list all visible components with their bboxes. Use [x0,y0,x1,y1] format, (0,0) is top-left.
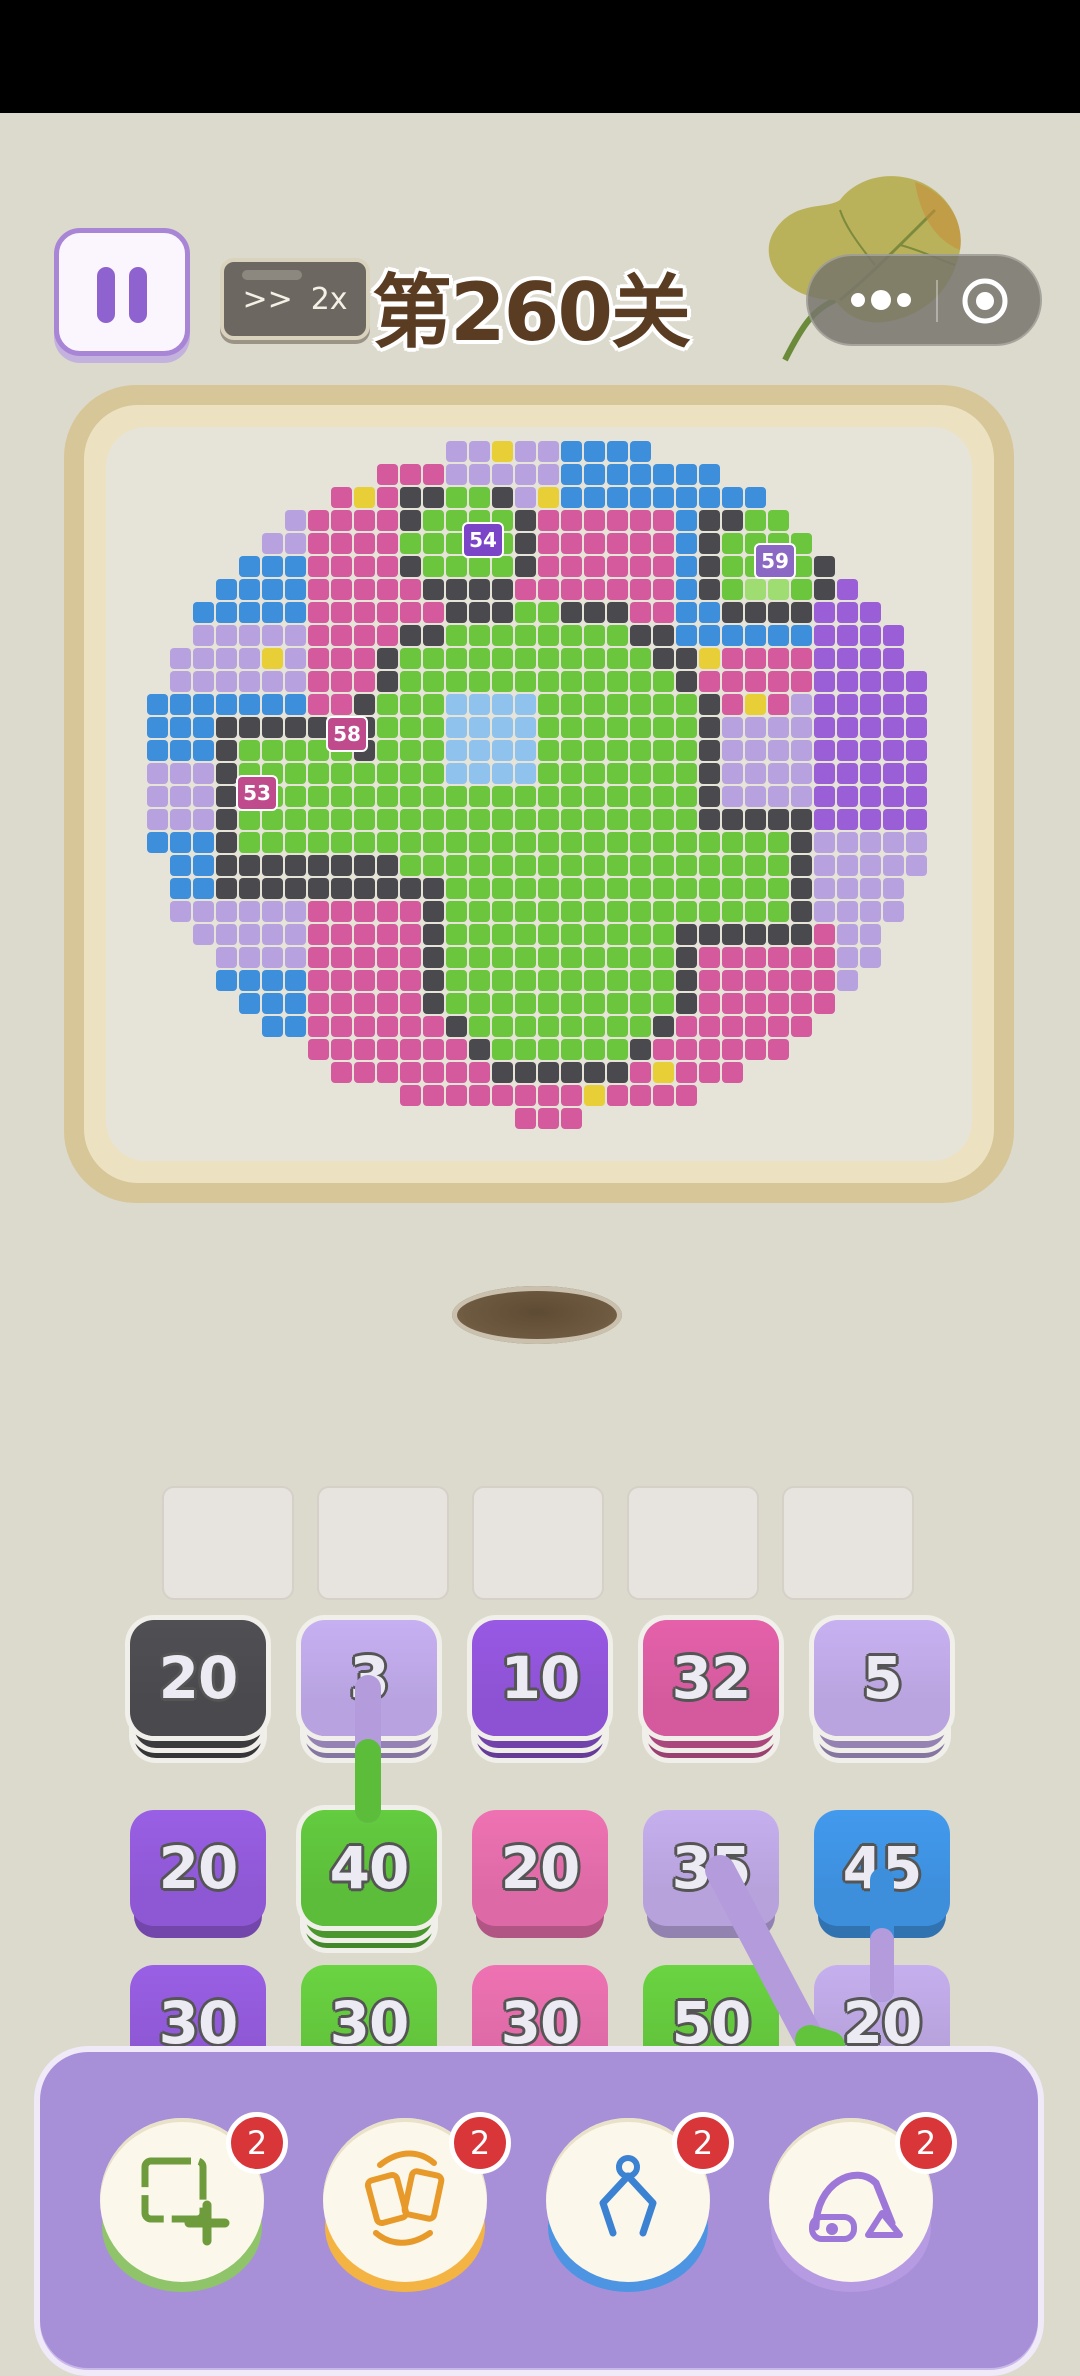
number-tile[interactable]: 10 [472,1620,608,1758]
slot [627,1486,759,1600]
speed-toggle-button[interactable]: >> 2x [220,258,370,340]
tile-value: 20 [500,1834,581,1902]
pause-icon [97,267,115,323]
mosaic-marker: 58 [326,716,368,752]
vacuum-icon [796,2143,906,2257]
slot [317,1486,449,1600]
mini-program-capsule [806,254,1042,346]
booster-count-badge: 2 [895,2112,957,2174]
number-tile[interactable]: 40 [301,1810,437,1948]
number-tile[interactable]: 20 [472,1810,608,1938]
tile-value: 5 [862,1644,902,1712]
number-tile[interactable]: 3 [301,1620,437,1758]
tile-value: 32 [671,1644,752,1712]
booster-count-badge: 2 [226,2112,288,2174]
tile-value: 45 [842,1834,923,1902]
more-options-icon[interactable] [836,278,926,322]
mosaic-marker: 59 [754,543,796,579]
booster-count-badge: 2 [672,2112,734,2174]
mosaic-marker: 54 [462,522,504,558]
tile-value: 3 [349,1644,389,1712]
booster-count-badge: 2 [449,2112,511,2174]
slot [162,1486,294,1600]
close-program-icon[interactable] [960,276,1010,326]
drop-hole [452,1286,622,1344]
tile-value: 10 [500,1644,581,1712]
add-slot-icon [127,2143,237,2257]
status-bar [0,0,1080,113]
picture-frame [64,385,1014,1203]
number-tile[interactable]: 5 [814,1620,950,1758]
speed-label: 2x [310,281,348,317]
tile-value: 20 [158,1834,239,1902]
number-tile[interactable]: 35 [643,1810,779,1938]
claw-icon [573,2143,683,2257]
number-tile[interactable]: 45 [814,1810,950,1938]
pause-button[interactable] [54,228,190,356]
mosaic-marker: 53 [236,775,278,811]
level-title: 第260关 [372,266,691,359]
tile-value: 20 [158,1644,239,1712]
tile-value: 40 [329,1834,410,1902]
shuffle-icon [350,2143,460,2257]
tile-value: 35 [671,1834,752,1902]
slot [782,1486,914,1600]
number-tile[interactable]: 20 [130,1620,266,1758]
number-tile[interactable]: 32 [643,1620,779,1758]
speed-arrows-icon: >> [242,281,293,317]
number-tile[interactable]: 20 [130,1810,266,1938]
slot [472,1486,604,1600]
